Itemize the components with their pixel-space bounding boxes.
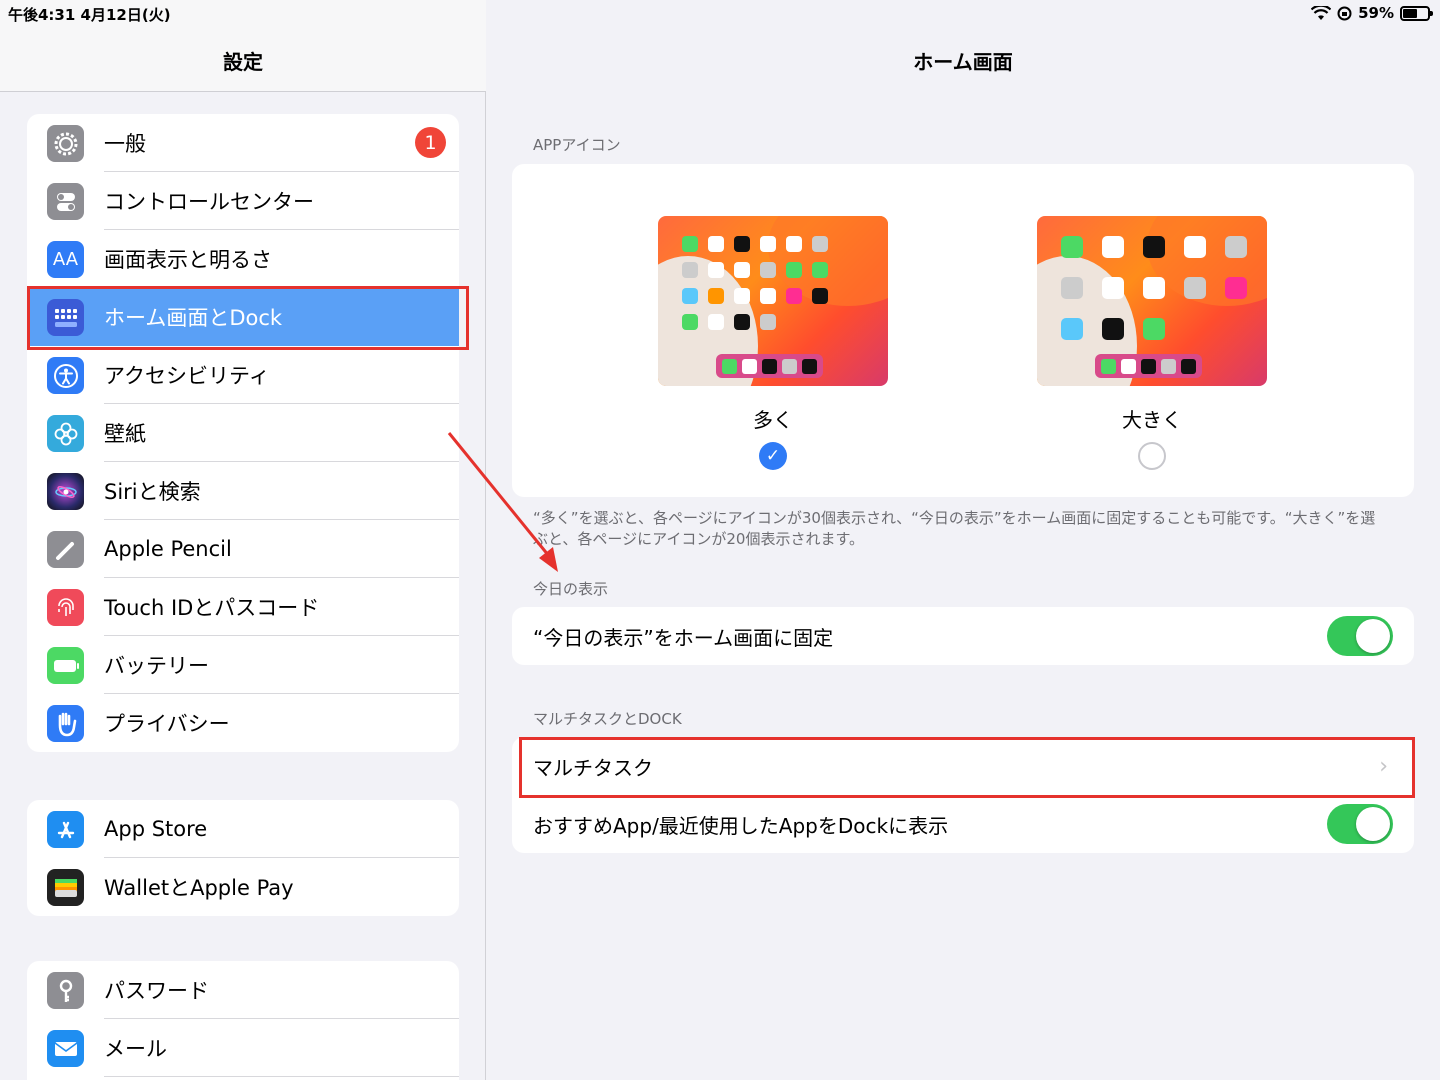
settings-group-2: App Store WalletとApple Pay (27, 800, 459, 916)
aa-icon: AA (47, 241, 84, 278)
settings-group-1: 一般 1 コントロールセンター AA 画面表示と明るさ ホーム画面とDock ア… (27, 114, 459, 752)
section-header-app-icons: APPアイコン (533, 136, 621, 154)
today-view-pin-toggle[interactable] (1327, 616, 1393, 656)
today-view-pin-row: “今日の表示”をホーム画面に固定 (512, 607, 1414, 665)
sidebar-item-label: Apple Pencil (104, 537, 232, 561)
sidebar-item-accessibility[interactable]: アクセシビリティ (27, 346, 459, 404)
fingerprint-icon (47, 589, 84, 626)
option-more-label: 多く (753, 408, 793, 432)
battery-icon (47, 647, 84, 684)
wifi-icon (1311, 5, 1332, 20)
sidebar-item-label: WalletとApple Pay (104, 876, 294, 900)
status-indicators: 59% (1311, 4, 1433, 22)
status-time-date: 午後4:31 4月12日(火) (8, 6, 171, 24)
highlight-box-multitask (519, 737, 1415, 798)
sidebar-item-label: バッテリー (104, 654, 209, 678)
dock-suggestions-toggle[interactable] (1327, 804, 1393, 844)
dock-suggestions-row: おすすめApp/最近使用したAppをDockに表示 (512, 795, 1414, 853)
section-header-multitask-dock: マルチタスクとDOCK (533, 710, 682, 728)
sidebar-item-mail[interactable]: メール (27, 1019, 459, 1077)
sidebar-item-privacy[interactable]: プライバシー (27, 694, 459, 752)
sidebar-item-siri-search[interactable]: Siriと検索 (27, 462, 459, 520)
flower-icon (47, 415, 84, 452)
today-view-pin-label: “今日の表示”をホーム画面に固定 (533, 625, 834, 650)
status-bar: 午後4:31 4月12日(火) 59% (0, 0, 1440, 26)
preview-more-icons[interactable] (658, 216, 888, 386)
sidebar-item-general[interactable]: 一般 1 (27, 114, 459, 172)
sidebar-item-label: メール (104, 1037, 167, 1061)
preview-dock (716, 354, 823, 378)
option-large-label: 大きく (1122, 408, 1182, 432)
sidebar-item-control-center[interactable]: コントロールセンター (27, 172, 459, 230)
settings-group-3: パスワード メール (27, 961, 459, 1080)
key-icon (47, 972, 84, 1009)
rotation-lock-icon (1337, 6, 1352, 20)
sidebar-item-passwords[interactable]: パスワード (27, 961, 459, 1019)
preview-large-icons[interactable] (1037, 216, 1267, 386)
sidebar-item-label: 壁紙 (104, 422, 146, 446)
gear-icon (47, 125, 84, 162)
sidebar-item-label: パスワード (104, 979, 209, 1003)
icon-grid-small (682, 236, 828, 330)
pencil-icon (47, 531, 84, 568)
page-title: ホーム画面 (913, 50, 1013, 74)
battery-fill (1403, 8, 1418, 18)
sidebar-item-label: App Store (104, 817, 208, 841)
today-view-card: “今日の表示”をホーム画面に固定 (512, 607, 1414, 665)
sidebar-item-label: 一般 (104, 132, 146, 156)
section-header-today-view: 今日の表示 (533, 580, 609, 598)
sidebar-item-app-store[interactable]: App Store (27, 800, 459, 858)
mail-icon (47, 1030, 84, 1067)
option-large-radio[interactable] (1138, 442, 1166, 470)
app-store-icon (47, 811, 84, 848)
dock-suggestions-label: おすすめApp/最近使用したAppをDockに表示 (533, 813, 949, 838)
toggles-icon (47, 183, 84, 220)
highlight-box-home-screen (27, 286, 469, 350)
settings-sidebar: 設定 一般 1 コントロールセンター AA 画面表示と明るさ ホーム画面とDoc… (0, 0, 486, 1080)
sidebar-item-display-brightness[interactable]: AA 画面表示と明るさ (27, 230, 459, 288)
sidebar-item-label: コントロールセンター (104, 190, 314, 214)
hand-icon (47, 705, 84, 742)
preview-dock (1095, 354, 1202, 378)
sidebar-item-wallpaper[interactable]: 壁紙 (27, 404, 459, 462)
app-icon-size-card: 多く ✓ 大きく (512, 164, 1414, 497)
update-badge: 1 (415, 127, 446, 158)
sidebar-item-label: アクセシビリティ (104, 364, 270, 388)
sidebar-title: 設定 (223, 50, 263, 74)
sidebar-item-label: Touch IDとパスコード (104, 596, 320, 620)
icon-size-footnote: “多く”を選ぶと、各ページにアイコンが30個表示され、“今日の表示”をホーム画面… (533, 509, 1376, 548)
accessibility-icon (47, 357, 84, 394)
sidebar-item-label: Siriと検索 (104, 480, 201, 504)
sidebar-item-label: プライバシー (104, 712, 230, 736)
battery-percent: 59% (1358, 4, 1394, 22)
icon-grid-large (1061, 236, 1247, 340)
sidebar-item-apple-pencil[interactable]: Apple Pencil (27, 520, 459, 578)
siri-icon (47, 473, 84, 510)
battery-indicator-icon (1400, 5, 1433, 21)
wallet-icon (47, 869, 84, 906)
sidebar-item-wallet[interactable]: WalletとApple Pay (27, 858, 459, 916)
sidebar-item-label: 画面表示と明るさ (104, 248, 272, 272)
option-more-checkmark-icon[interactable]: ✓ (759, 442, 787, 470)
sidebar-item-touch-id-passcode[interactable]: Touch IDとパスコード (27, 578, 459, 636)
sidebar-item-battery[interactable]: バッテリー (27, 636, 459, 694)
